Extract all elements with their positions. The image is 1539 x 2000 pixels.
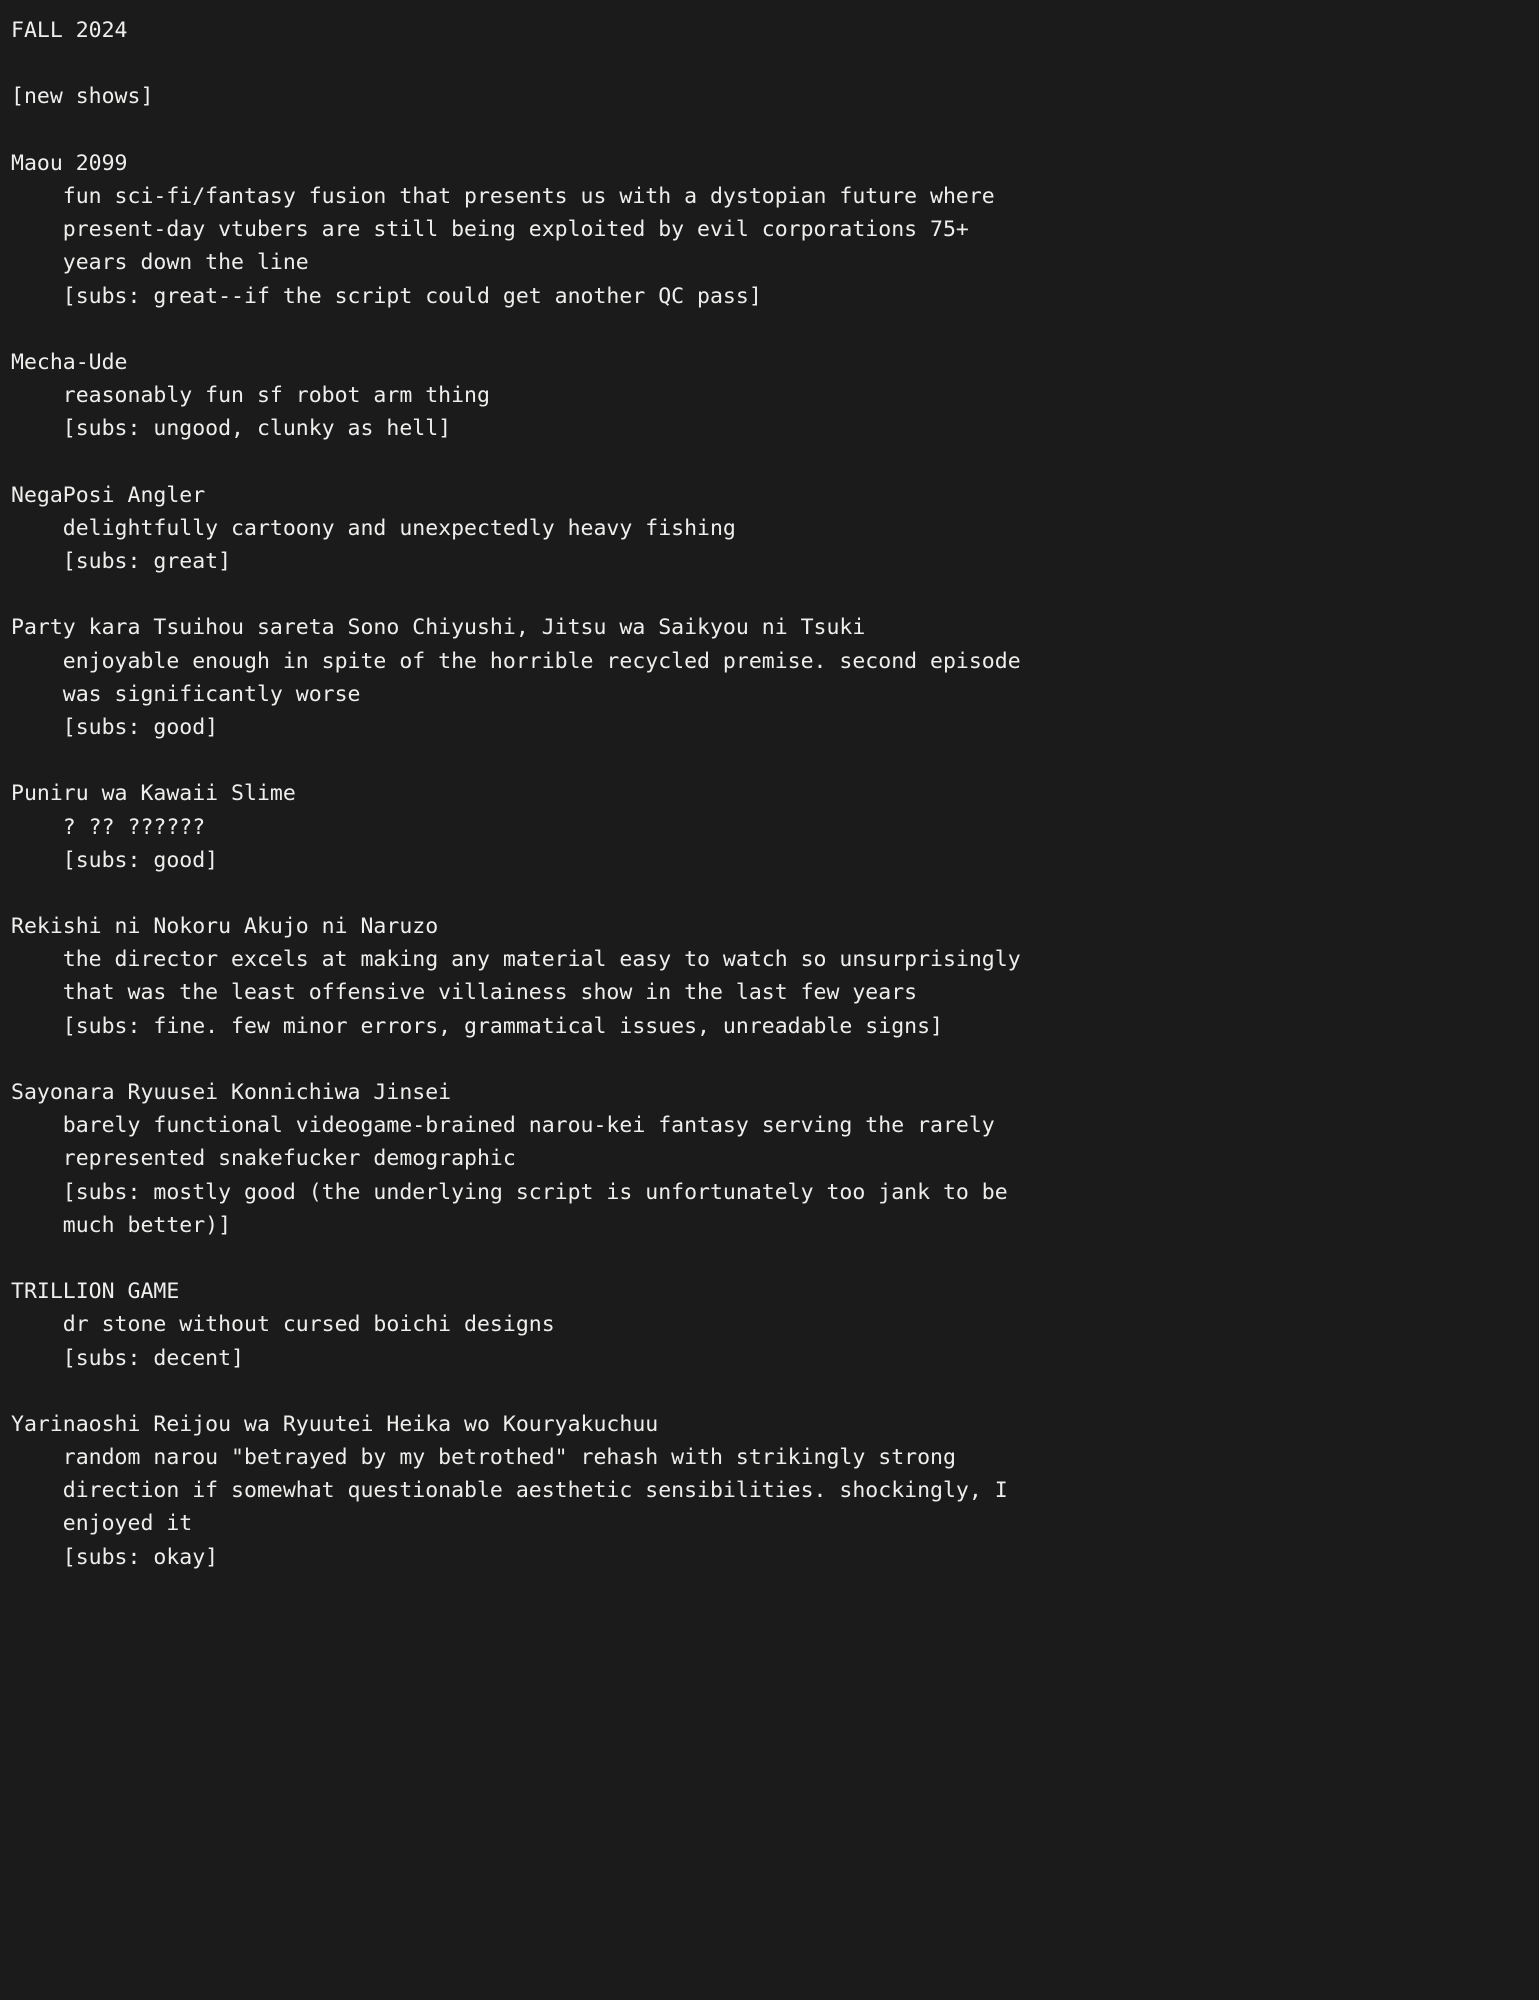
- show-subs-line: [subs: ungood, clunky as hell]: [11, 416, 452, 442]
- show-entry: Mecha-Ude reasonably fun sf robot arm th…: [11, 346, 1539, 446]
- text-document: FALL 2024 [new shows] Maou 2099 fun sci-…: [0, 0, 1539, 2000]
- show-title: NegaPosi Angler: [11, 482, 206, 508]
- show-title: Rekishi ni Nokoru Akujo ni Naruzo: [11, 914, 439, 940]
- show-description-line: reasonably fun sf robot arm thing: [11, 383, 490, 409]
- show-title: Mecha-Ude: [11, 349, 128, 375]
- show-description-line: the director excels at making any materi…: [11, 947, 1021, 973]
- show-description-line: random narou "betrayed by my betrothed" …: [11, 1445, 956, 1471]
- show-subs-line: [subs: great]: [11, 549, 232, 574]
- show-description-line: delightfully cartoony and unexpectedly h…: [11, 515, 736, 541]
- show-title: TRILLION GAME: [11, 1279, 180, 1305]
- show-subs-line: [subs: good]: [11, 714, 219, 740]
- season-heading: FALL 2024: [11, 18, 128, 43]
- show-entry: TRILLION GAME dr stone without cursed bo…: [11, 1275, 1539, 1375]
- show-entry: Sayonara Ryuusei Konnichiwa Jinsei barel…: [11, 1076, 1539, 1242]
- show-subs-line: [subs: decent]: [11, 1345, 244, 1371]
- show-entry: Yarinaoshi Reijou wa Ryuutei Heika wo Ko…: [11, 1408, 1539, 1574]
- show-description-line: direction if somewhat questionable aesth…: [11, 1478, 1008, 1504]
- show-description-line: represented snakefucker demographic: [11, 1146, 516, 1172]
- show-title: Party kara Tsuihou sareta Sono Chiyushi,…: [11, 615, 866, 641]
- show-subs-line: [subs: good]: [11, 847, 219, 873]
- show-description-line: ? ?? ??????: [11, 814, 206, 840]
- show-subs-line: [subs: great--if the script could get an…: [11, 283, 762, 309]
- show-subs-line: [subs: fine. few minor errors, grammatic…: [11, 1013, 943, 1039]
- show-entry: Party kara Tsuihou sareta Sono Chiyushi,…: [11, 611, 1539, 744]
- show-description-line: was significantly worse: [11, 681, 361, 707]
- show-subs-line: much better)]: [11, 1212, 232, 1238]
- show-description-line: enjoyed it: [11, 1511, 193, 1537]
- show-subs-line: [subs: okay]: [11, 1544, 219, 1570]
- show-description-line: years down the line: [11, 250, 309, 276]
- show-title: Maou 2099: [11, 150, 128, 176]
- show-entry: NegaPosi Angler delightfully cartoony an…: [11, 479, 1539, 579]
- shows-list: Maou 2099 fun sci-fi/fantasy fusion that…: [11, 114, 1539, 1574]
- show-entry: Rekishi ni Nokoru Akujo ni Naruzo the di…: [11, 910, 1539, 1043]
- show-title: Sayonara Ryuusei Konnichiwa Jinsei: [11, 1080, 452, 1105]
- show-title: Yarinaoshi Reijou wa Ryuutei Heika wo Ko…: [11, 1411, 659, 1437]
- show-title: Puniru wa Kawaii Slime: [11, 781, 296, 807]
- show-description-line: barely functional videogame-brained naro…: [11, 1113, 995, 1139]
- show-description-line: fun sci-fi/fantasy fusion that presents …: [11, 183, 995, 209]
- show-description-line: enjoyable enough in spite of the horribl…: [11, 648, 1021, 674]
- show-entry: Maou 2099 fun sci-fi/fantasy fusion that…: [11, 147, 1539, 313]
- show-description-line: that was the least offensive villainess …: [11, 980, 918, 1006]
- section-heading: [new shows]: [11, 84, 154, 110]
- show-subs-line: [subs: mostly good (the underlying scrip…: [11, 1179, 1008, 1205]
- show-description-line: present-day vtubers are still being expl…: [11, 217, 969, 243]
- show-entry: Puniru wa Kawaii Slime ? ?? ?????? [subs…: [11, 777, 1539, 877]
- show-description-line: dr stone without cursed boichi designs: [11, 1312, 555, 1338]
